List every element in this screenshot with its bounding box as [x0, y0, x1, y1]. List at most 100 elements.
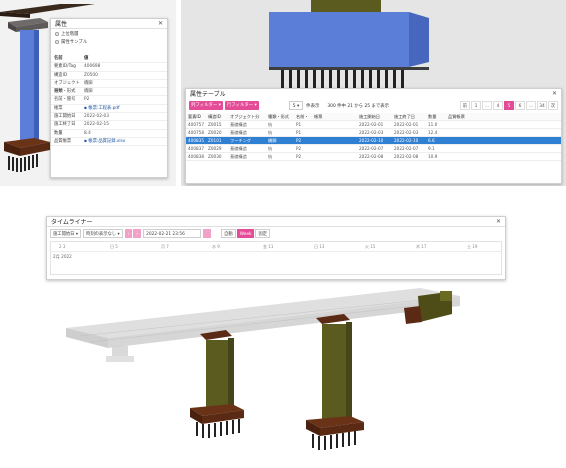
- fix-button[interactable]: 固定: [255, 229, 271, 238]
- property-link[interactable]: ▪ 帳票:工程表.pdf: [84, 105, 167, 112]
- radio-parent-level-label: 上位階層: [61, 32, 79, 37]
- timeline-tick: 火 15: [365, 244, 376, 249]
- column-header[interactable]: 種類・形式: [266, 113, 294, 120]
- table-cell: 6.6: [428, 138, 435, 143]
- timeline-tick: 2 3: [59, 244, 66, 249]
- table-row[interactable]: 400758 Z0020 基礎構造 杭 P1 2022-02-03 2022-02-03 12…: [186, 129, 561, 137]
- time-display-value: 時刻の表示なし: [86, 232, 117, 237]
- property-key: 種類・形式: [54, 89, 76, 95]
- column-header[interactable]: オブジェクト分: [228, 113, 266, 120]
- close-icon[interactable]: ✕: [496, 218, 501, 225]
- table-cell: [312, 137, 357, 144]
- table-cell: P2: [296, 154, 302, 159]
- week-button[interactable]: Week: [236, 229, 255, 238]
- property-key: 施工終了日: [54, 122, 76, 128]
- timeline-axis[interactable]: 2 3 日 5 月 7 水 9 金 11 日 13 火 15 木 17 土 19 2月 2022: [50, 241, 502, 275]
- page-button: …: [526, 101, 536, 110]
- attribute-table-panel: 属性テーブル ✕ 列フィルター ▾ 行フィルター ▾ 5 ▾ 件表示 300 件…: [185, 88, 562, 184]
- table-cell: Z0101: [208, 138, 222, 143]
- next-button[interactable]: ›: [133, 229, 142, 238]
- chevron-down-icon: ▾: [296, 104, 300, 109]
- timeline-tick: 日 13: [314, 244, 325, 249]
- page-size-value: 5: [292, 104, 296, 109]
- calendar-button[interactable]: [203, 229, 212, 238]
- property-header-value: 値: [84, 56, 89, 61]
- time-display-select[interactable]: 時刻の表示なし ▾: [83, 229, 123, 238]
- table-cell: P2: [296, 146, 302, 151]
- auto-button[interactable]: 自動: [221, 229, 236, 238]
- timeline-tick: 月 7: [161, 244, 169, 249]
- viewport-3d-right[interactable]: 属性テーブル ✕ 列フィルター ▾ 行フィルター ▾ 5 ▾ 件表示 300 件…: [181, 0, 566, 186]
- page-button[interactable]: 1: [471, 101, 481, 110]
- table-cell: 2022-02-01: [394, 122, 419, 127]
- app-root: 属性 ✕ 上位階層 属性サンプル 名前 値 要素ID/Tag 400698 構造ID…: [0, 0, 566, 468]
- table-cell: 2022-02-10: [359, 138, 384, 143]
- page-button[interactable]: 5: [504, 101, 514, 110]
- table-cell: [446, 137, 496, 144]
- property-panel-title: 属性 ✕: [51, 19, 167, 29]
- chevron-down-icon: ▾: [117, 232, 120, 237]
- radio-icon: [55, 39, 59, 44]
- table-cell: P1: [296, 130, 302, 135]
- table-cell: 基礎構造: [230, 146, 247, 151]
- week-button-label: Week: [239, 232, 252, 237]
- page-button[interactable]: 6: [515, 101, 525, 110]
- property-row: 品質帳票 ▪ 帳票:品質記録.xlsx: [51, 138, 167, 147]
- chevron-left-icon: ‹: [127, 232, 130, 237]
- table-cell: 400835: [188, 138, 204, 143]
- column-filter-button[interactable]: 列フィルター ▾: [189, 101, 223, 110]
- attribute-table-title-text: 属性テーブル: [190, 91, 226, 98]
- table-row[interactable]: 400838 Z0030 基礎構造 杭 P2 2022-02-08 2022-02-08 10…: [186, 153, 561, 161]
- table-row[interactable]: 400757 Z0015 基礎構造 杭 P1 2022-02-01 2022-02-01 11…: [186, 121, 561, 129]
- property-panel: 属性 ✕ 上位階層 属性サンプル 名前 値 要素ID/Tag 400698 構造ID…: [50, 18, 168, 178]
- date-field-select[interactable]: 施工開始日 ▾: [50, 229, 82, 238]
- timeliner-title-text: タイムライナー: [51, 219, 93, 226]
- column-header[interactable]: 名前・: [294, 113, 312, 120]
- radio-attribute-sample[interactable]: 属性サンプル: [55, 39, 163, 47]
- table-cell: 2022-02-08: [394, 154, 419, 159]
- table-cell: [312, 153, 357, 160]
- row-filter-button[interactable]: 行フィルター ▾: [224, 101, 259, 110]
- pagination: 前 1… 4 5 6… 34 次: [459, 101, 558, 110]
- property-key: 帳票: [54, 105, 63, 111]
- viewport-3d-bottom[interactable]: タイムライナー ✕ 施工開始日 ▾ 時刻の表示なし ▾ ‹ › 2022-02-…: [0, 196, 566, 468]
- chevron-down-icon: ▾: [75, 232, 79, 237]
- table-row[interactable]: 400837 Z0029 基礎構造 杭 P2 2022-02-07 2022-02-07 9.…: [186, 145, 561, 153]
- timeliner-title: タイムライナー ✕: [47, 217, 505, 227]
- timeliner-panel: タイムライナー ✕ 施工開始日 ▾ 時刻の表示なし ▾ ‹ › 2022-02-…: [46, 216, 506, 280]
- radio-attribute-sample-label: 属性サンプル: [61, 40, 88, 45]
- property-row: 構造ID Z0500: [51, 72, 167, 80]
- table-cell: 2022-02-03: [359, 130, 384, 135]
- column-header[interactable]: 要素ID: [186, 113, 206, 120]
- radio-parent-level[interactable]: 上位階層: [55, 31, 163, 39]
- attribute-table: 要素ID 構造ID オブジェクト分 種類・形式 名前・ 帳票 施工開始日 施工終了日 数量 品質帳…: [186, 113, 561, 161]
- property-value: P2: [84, 97, 90, 103]
- column-header[interactable]: 数量: [426, 113, 446, 120]
- split-divider: [0, 186, 566, 196]
- table-cell: 基礎構造: [230, 122, 247, 127]
- property-link[interactable]: ▪ 帳票:品質記録.xlsx: [84, 138, 167, 145]
- viewport-3d-left[interactable]: 属性 ✕ 上位階層 属性サンプル 名前 値 要素ID/Tag 400698 構造ID…: [0, 0, 176, 186]
- page-button[interactable]: 次: [548, 101, 558, 110]
- prev-button[interactable]: ‹: [124, 229, 133, 238]
- property-key: 施工開始日: [54, 114, 76, 120]
- column-header[interactable]: 施工開始日: [357, 113, 392, 120]
- column-header[interactable]: 品質帳票: [446, 113, 496, 120]
- page-button[interactable]: 34: [537, 101, 547, 110]
- datetime-value: 2022-02-21 23:56: [146, 232, 185, 237]
- page-button[interactable]: 4: [493, 101, 503, 110]
- datetime-input[interactable]: 2022-02-21 23:56: [143, 229, 202, 238]
- page-size-select[interactable]: 5 ▾: [288, 101, 304, 110]
- table-cell: [446, 145, 496, 152]
- page-button[interactable]: 前: [460, 101, 470, 110]
- close-icon[interactable]: ✕: [158, 20, 163, 27]
- property-value: Z0500: [84, 72, 98, 78]
- column-header[interactable]: 施工終了日: [392, 113, 426, 120]
- table-cell: [312, 129, 357, 136]
- table-row[interactable]: 400835 Z0101 フーチング 橋脚 P2 2022-02-10 2022-02-10…: [186, 137, 561, 145]
- auto-button-label: 自動: [224, 232, 233, 237]
- column-header[interactable]: 構造ID: [206, 113, 228, 120]
- close-icon[interactable]: ✕: [552, 90, 557, 97]
- column-header[interactable]: 帳票: [312, 113, 357, 120]
- timeline-month-label: 2月 2022: [53, 254, 72, 259]
